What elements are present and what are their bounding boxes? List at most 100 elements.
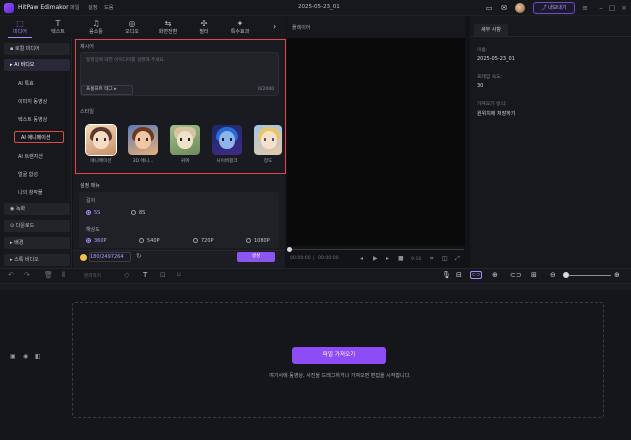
- sidebar-item-background[interactable]: ▸ 배경: [4, 237, 70, 249]
- avatar[interactable]: [515, 3, 525, 13]
- description-label: 제시어: [80, 44, 94, 50]
- fit-icon[interactable]: ⊞: [531, 271, 537, 279]
- zoom-slider-track[interactable]: [569, 275, 611, 276]
- time-separator: |: [313, 256, 315, 261]
- name-label: 이름:: [477, 48, 488, 53]
- menu-file[interactable]: 파일: [70, 4, 80, 11]
- style-label-cyberpunk: 사이버펑크: [216, 159, 238, 164]
- track-video-icon[interactable]: ▣: [10, 353, 16, 360]
- resolution-option-720p[interactable]: 720P: [193, 238, 214, 244]
- media-icon: ⬚: [16, 19, 24, 28]
- chevron-right-icon[interactable]: ›: [273, 22, 276, 31]
- tab-effects[interactable]: ✦ 특수효과: [222, 16, 258, 38]
- sidebar-item-ai-effects[interactable]: AI 특효: [12, 78, 70, 90]
- zoom-out-icon[interactable]: ⊖: [550, 271, 556, 279]
- length-option-5s[interactable]: 5S: [86, 210, 100, 216]
- tab-music[interactable]: ♫ 음소틀: [78, 16, 114, 38]
- aspect-ratio[interactable]: 9:16: [411, 257, 421, 262]
- sidebar-item-face-swap[interactable]: 얼굴 합성: [12, 169, 70, 181]
- sidebar-item-image-video[interactable]: 이미지 동영상: [12, 96, 70, 108]
- sidebar-item-text-video[interactable]: 텍스트 동영상: [12, 114, 70, 126]
- save-mode-value: 원위치에 저장하기: [477, 111, 516, 117]
- eyes-shape: [138, 138, 148, 141]
- menu-help[interactable]: 도움: [104, 4, 114, 11]
- time-current: 00:00:00: [290, 256, 311, 261]
- sidebar-item-stock-video[interactable]: ▸ 스톡 비디오: [4, 254, 70, 266]
- tab-label: 텍스트: [51, 29, 65, 35]
- export-label: 내보내기: [548, 5, 567, 11]
- zoom-in-icon[interactable]: ⊕: [614, 271, 620, 279]
- gift-icon[interactable]: ✉: [499, 3, 509, 13]
- resolution-option-1080p[interactable]: 1080P: [246, 238, 270, 244]
- eyes-shape: [264, 138, 274, 141]
- sidebar-item-download[interactable]: ⊙ 다운로드: [4, 220, 70, 232]
- menu-icon[interactable]: ≡: [580, 3, 590, 13]
- track-icon[interactable]: ⊂⊃: [510, 271, 522, 279]
- sidebar-item-label: 녹화: [15, 206, 26, 212]
- crop-icon[interactable]: ⌗: [430, 255, 433, 263]
- sidebar-item-record[interactable]: ◉ 녹화: [4, 203, 70, 215]
- delete-icon[interactable]: 🗑: [44, 271, 53, 279]
- tab-text[interactable]: T 텍스트: [40, 16, 76, 38]
- tab-filter[interactable]: ✣ 필터: [186, 16, 222, 38]
- resolution-option-360p[interactable]: 360P: [86, 238, 107, 244]
- player-scrubber[interactable]: [287, 247, 292, 252]
- style-thumb-anime[interactable]: [85, 124, 117, 156]
- tab-transition[interactable]: ⇆ 화면전환: [150, 16, 186, 38]
- option-label: 5S: [94, 210, 101, 216]
- link-icon[interactable]: ⊕: [492, 271, 498, 279]
- app-logo-icon: [4, 3, 14, 13]
- next-frame-icon[interactable]: ▸: [386, 255, 389, 262]
- refresh-icon[interactable]: ↻: [136, 252, 142, 260]
- text-tool-icon[interactable]: T: [143, 271, 147, 279]
- minimize-icon[interactable]: –: [596, 3, 606, 13]
- redo-icon[interactable]: ↷: [24, 271, 30, 279]
- generate-button[interactable]: 생성: [237, 252, 275, 262]
- split-icon[interactable]: ⫴: [62, 271, 65, 280]
- resolution-option-540p[interactable]: 540P: [139, 238, 160, 244]
- maximize-icon[interactable]: □: [607, 3, 617, 13]
- magnet-icon[interactable]: ⊂⊃: [470, 271, 482, 279]
- zoom-slider-knob[interactable]: [563, 272, 569, 278]
- video-preview[interactable]: [287, 38, 465, 246]
- tab-audio[interactable]: ◎ 오디오: [114, 16, 150, 38]
- export-button[interactable]: ⤴ 내보내기: [533, 2, 575, 14]
- prompt-tag-button[interactable]: 프롬프트 태그 ▸: [81, 85, 133, 95]
- style-thumb-3d-animation[interactable]: [128, 125, 158, 155]
- style-thumb-cute[interactable]: [170, 125, 200, 155]
- sidebar-item-local-media[interactable]: ▪ 로컬 미디어: [4, 43, 70, 55]
- tab-media[interactable]: ⬚ 미디어: [2, 16, 38, 38]
- sticker-icon[interactable]: ⊡: [160, 271, 166, 279]
- close-icon[interactable]: ×: [619, 3, 629, 13]
- microphone-icon[interactable]: 🎙: [442, 271, 451, 279]
- marker-icon[interactable]: ◇: [124, 271, 129, 279]
- track-lock-icon[interactable]: ◉: [23, 353, 28, 360]
- speech-icon[interactable]: ⊟: [456, 271, 462, 279]
- sidebar-item-ai-video[interactable]: ▸ AI 비디오: [4, 59, 70, 71]
- track-mute-icon[interactable]: ◧: [35, 353, 41, 360]
- split-label: 분리하기: [84, 274, 101, 279]
- prev-frame-icon[interactable]: ◂: [360, 255, 363, 262]
- style-thumb-fairy[interactable]: [254, 125, 282, 155]
- stop-icon[interactable]: ■: [398, 255, 404, 262]
- undo-icon[interactable]: ↶: [8, 271, 14, 279]
- sidebar-item-label: 스톡 비디오: [14, 257, 39, 263]
- play-icon[interactable]: ▶: [373, 255, 378, 262]
- fps-value: 30: [477, 83, 484, 89]
- sidebar-item-my-creations[interactable]: 나의 창작물: [12, 187, 70, 199]
- menu-settings[interactable]: 설정: [88, 4, 98, 11]
- coin-icon: [80, 254, 87, 261]
- app-name: HitPaw Edimakor: [18, 4, 69, 11]
- player-progress-track[interactable]: [289, 249, 464, 250]
- length-option-8s[interactable]: 8S: [131, 210, 145, 216]
- import-file-button[interactable]: 파일 가져오기: [292, 347, 386, 364]
- style-thumb-cyberpunk[interactable]: [212, 125, 242, 155]
- sidebar-item-ai-animation[interactable]: AI 애니메이션: [14, 131, 64, 143]
- tab-details[interactable]: 세부 사항: [474, 24, 508, 36]
- fullscreen-icon[interactable]: ⤢: [455, 255, 460, 263]
- crop-tool-icon[interactable]: ⌑: [177, 271, 181, 279]
- audio-icon: ◎: [128, 19, 136, 28]
- screenshot-icon[interactable]: ◫: [442, 255, 448, 262]
- chat-icon[interactable]: ▭: [484, 3, 494, 13]
- sidebar-item-ai-transition[interactable]: AI 트랜지션: [12, 151, 70, 163]
